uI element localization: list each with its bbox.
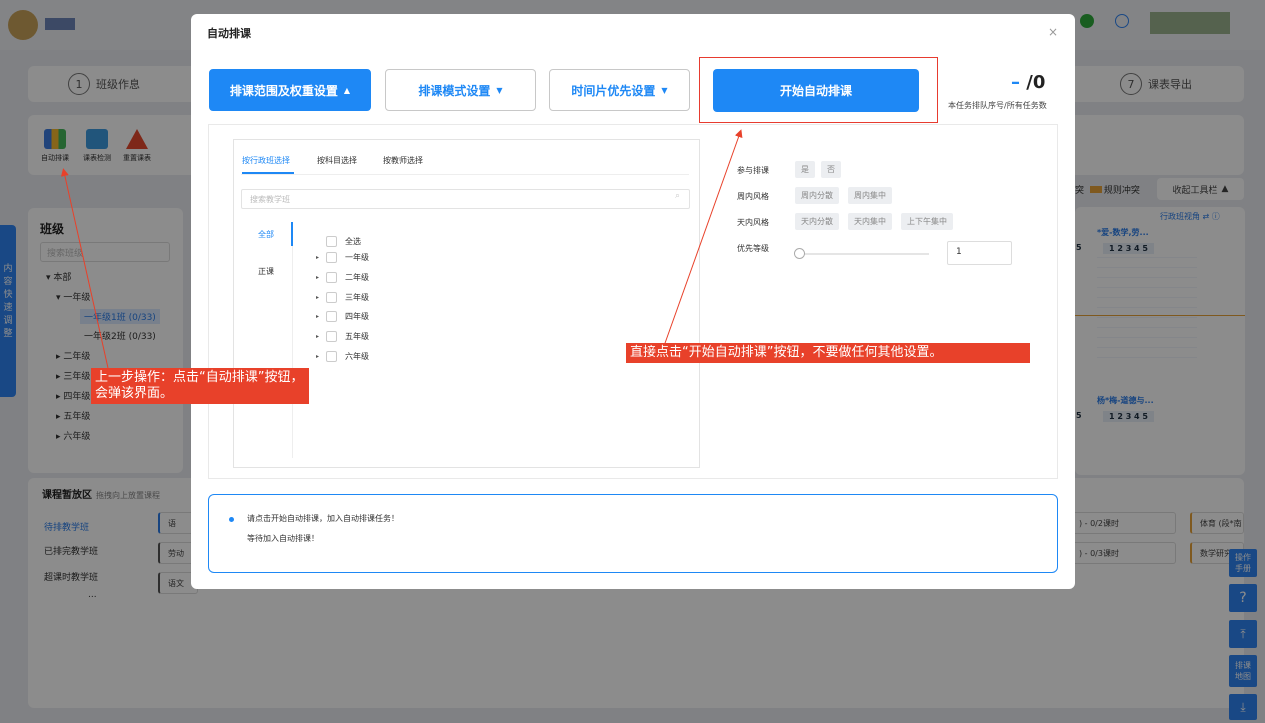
expand-arrow-icon[interactable]: ▸ — [316, 294, 326, 301]
modal-title: 自动排课 — [207, 27, 251, 40]
start-auto-schedule-button[interactable]: 开始自动排课 — [713, 69, 919, 112]
checkbox-grade-2[interactable]: ▸ 二年级 — [316, 272, 369, 283]
auto-schedule-modal: 自动排课 × 排课范围及权重设置 ▲ 排课模式设置 ▼ 时间片优先设置 ▼ 开始自动排… — [191, 14, 1075, 589]
tab-mode-settings[interactable]: 排课模式设置 ▼ — [385, 69, 536, 111]
expand-arrow-icon[interactable]: ▸ — [316, 353, 326, 360]
queue-counter: – /0 — [1011, 72, 1046, 93]
tab-by-subject[interactable]: 按科目选择 — [317, 155, 357, 166]
checkbox[interactable] — [326, 252, 337, 263]
checkbox-grade-6[interactable]: ▸ 六年级 — [316, 351, 369, 362]
priority-slider-track[interactable] — [799, 253, 929, 255]
status-dot-icon — [229, 517, 234, 522]
tab-by-class[interactable]: 按行政班选择 — [242, 155, 290, 166]
status-message: 等待加入自动排课！ — [247, 534, 319, 543]
status-message: 请点击开始自动排课，加入自动排课任务！ — [247, 514, 399, 523]
vnav-divider — [292, 222, 293, 458]
checkbox-select-all[interactable]: 全选 — [316, 236, 361, 247]
priority-label: 优先等级 — [737, 244, 769, 253]
status-box — [208, 494, 1058, 573]
participate-label: 参与排课 — [737, 166, 769, 175]
tab-divider — [241, 174, 689, 175]
day-style-label: 天内风格 — [737, 218, 769, 227]
caret-down-icon: ▼ — [661, 85, 668, 95]
search-icon[interactable]: ⌕ — [675, 191, 680, 201]
priority-slider-handle[interactable] — [794, 248, 805, 259]
checkbox[interactable] — [326, 236, 337, 247]
active-tab-underline — [242, 172, 294, 174]
participate-yes[interactable]: 是 — [795, 161, 815, 178]
week-style-scatter[interactable]: 周内分散 — [795, 187, 839, 204]
week-style-concentrate[interactable]: 周内集中 — [848, 187, 892, 204]
tab-timeslot-priority[interactable]: 时间片优先设置 ▼ — [549, 69, 690, 111]
teaching-class-search-input[interactable]: 搜索教学班 — [241, 189, 690, 209]
priority-input[interactable]: 1 — [947, 241, 1012, 265]
checkbox[interactable] — [326, 331, 337, 342]
checkbox[interactable] — [326, 292, 337, 303]
vnav-all[interactable]: 全部 — [258, 229, 274, 240]
checkbox[interactable] — [326, 311, 337, 322]
annotation-previous-step: 上一步操作：点击“自动排课”按钮，会弹该界面。 — [91, 368, 309, 404]
tab-by-teacher[interactable]: 按教师选择 — [383, 155, 423, 166]
day-style-concentrate[interactable]: 天内集中 — [848, 213, 892, 230]
participate-no[interactable]: 否 — [821, 161, 841, 178]
tab-range-weight[interactable]: 排课范围及权重设置 ▲ — [209, 69, 371, 111]
vnav-active-bar — [291, 222, 293, 246]
queue-counter-label: 本任务排队序号/所有任务数 — [948, 101, 1047, 110]
checkbox[interactable] — [326, 351, 337, 362]
expand-arrow-icon[interactable]: ▸ — [316, 274, 326, 281]
checkbox-grade-5[interactable]: ▸ 五年级 — [316, 331, 369, 342]
expand-arrow-icon[interactable]: ▸ — [316, 254, 326, 261]
day-style-half-day[interactable]: 上下午集中 — [901, 213, 953, 230]
checkbox[interactable] — [326, 272, 337, 283]
checkbox-grade-3[interactable]: ▸ 三年级 — [316, 292, 369, 303]
checkbox-grade-4[interactable]: ▸ 四年级 — [316, 311, 369, 322]
vnav-regular[interactable]: 正课 — [258, 266, 274, 277]
annotation-click-start: 直接点击“开始自动排课”按钮，不要做任何其他设置。 — [626, 343, 1030, 363]
day-style-scatter[interactable]: 天内分散 — [795, 213, 839, 230]
close-icon[interactable]: × — [1048, 25, 1058, 39]
caret-up-icon: ▲ — [343, 85, 351, 95]
week-style-label: 周内风格 — [737, 192, 769, 201]
expand-arrow-icon[interactable]: ▸ — [316, 313, 326, 320]
expand-arrow-icon[interactable]: ▸ — [316, 333, 326, 340]
checkbox-grade-1[interactable]: ▸ 一年级 — [316, 252, 369, 263]
caret-down-icon: ▼ — [496, 85, 503, 95]
